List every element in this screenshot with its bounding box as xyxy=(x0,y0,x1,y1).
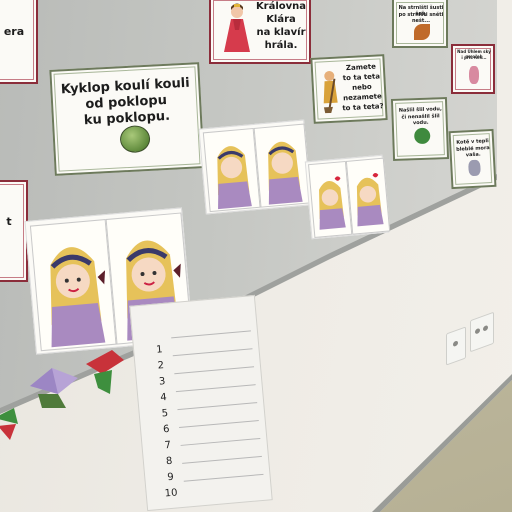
figure-icon xyxy=(469,66,479,84)
sign-kralovna-line-1: Královna xyxy=(255,1,307,12)
sign-cut-off-left-text: t xyxy=(6,215,12,228)
handout-number: 5 xyxy=(161,407,169,420)
sign-strnisti-line-2: po strništi sněti nešt... xyxy=(398,12,444,24)
sign-nasli-vodu-line-2: či nenašlil šlil vodu. xyxy=(401,113,440,126)
sign-zamete-line-5: to ta teta? xyxy=(342,102,384,113)
paper-crane-icon xyxy=(82,348,126,396)
handout-number: 10 xyxy=(164,487,178,500)
sign-kote-line-2: bleblé mora vaša. xyxy=(456,145,490,159)
sign-kralovna-line-4: hrála. xyxy=(264,40,298,51)
sign-cut-off-top-left: era xyxy=(0,0,38,84)
girl-drawing-icon xyxy=(29,219,117,352)
sign-zamete: Zamete to ta teta nebo nezamete to ta te… xyxy=(310,54,388,124)
drawing-pair-mid xyxy=(198,119,312,215)
handout-number: 6 xyxy=(162,423,171,436)
sign-strnisti: Na strništi šusti šeš, po strništi sněti… xyxy=(392,0,448,48)
sign-kralovna-line-2: Klára xyxy=(266,14,296,25)
sign-nad-uhlem-line-2: i přiš nev... xyxy=(461,55,487,60)
paper-crane-icon xyxy=(28,364,80,412)
sign-cut-off-left: t xyxy=(0,180,28,282)
handout-number: 9 xyxy=(166,471,175,484)
sign-zamete-line-2: to ta teta xyxy=(342,72,381,83)
sign-zamete-line-4: nezamete xyxy=(342,92,382,103)
handout-number: 4 xyxy=(159,391,168,404)
girl-drawing-icon xyxy=(253,123,312,208)
girl-drawing-icon xyxy=(307,160,353,238)
handout-number: 2 xyxy=(157,360,165,372)
sign-nasli-vodu: Našlil šlil vodu, či nenašlil šlil vodu. xyxy=(390,97,450,161)
numbered-handout: 1 2 3 4 5 6 7 8 9 10 xyxy=(129,294,273,512)
handout-number: 8 xyxy=(165,455,173,468)
sign-zamete-line-1: Zamete xyxy=(345,62,377,73)
leaf-icon xyxy=(414,24,430,40)
sign-text: era xyxy=(3,25,25,38)
handout-number: 7 xyxy=(164,439,172,452)
handout-number: 1 xyxy=(155,344,164,356)
princess-icon xyxy=(219,2,255,56)
sign-kyklop: Kyklop koulí kouli od poklopu ku poklopu… xyxy=(49,62,205,176)
classroom-wall-photo: era Kyklop koulí kouli od poklopu ku pok… xyxy=(0,0,512,512)
broom-figure-icon xyxy=(319,68,341,114)
handout-number: 3 xyxy=(158,376,166,388)
sign-kralovna-line-3: na klavír xyxy=(256,27,306,38)
girl-drawing-icon xyxy=(345,157,391,235)
paper-crane-icon xyxy=(0,404,22,442)
frog-icon xyxy=(413,127,431,145)
sign-kralovna: Královna Klára na klavír hrála. xyxy=(209,0,311,64)
sign-kote: Kotě v tepli bleblé mora vaša. xyxy=(448,128,497,190)
green-ball-icon xyxy=(119,124,151,154)
sign-zamete-line-3: nebo xyxy=(351,82,372,92)
drawing-pair-small xyxy=(304,154,391,240)
girl-drawing-icon xyxy=(202,127,261,213)
cat-icon xyxy=(468,159,481,177)
sign-nad-uhlem: Nad Úhlem ský ne ořeh i přiš nev... xyxy=(451,44,495,94)
